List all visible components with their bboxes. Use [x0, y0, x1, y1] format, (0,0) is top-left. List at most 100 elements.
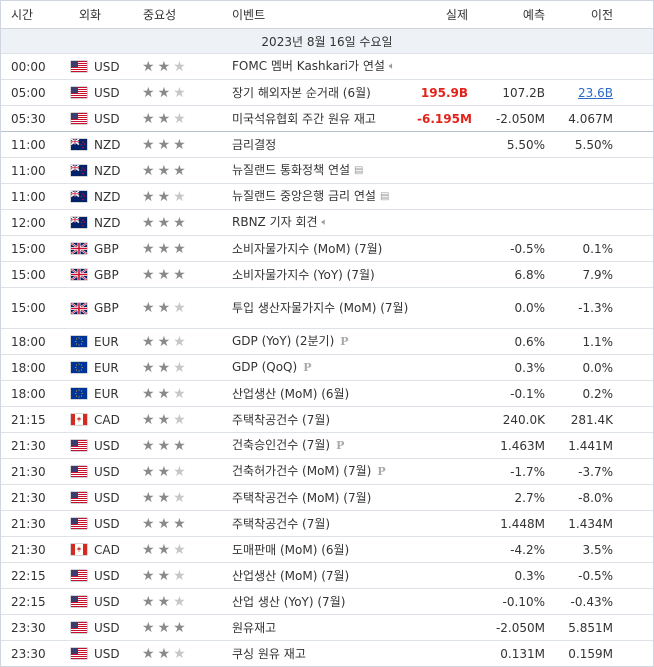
actual-value [417, 209, 474, 236]
forecast-value [474, 157, 551, 184]
event-currency: CAD [69, 406, 136, 433]
event-name-cell[interactable]: FOMC 멤버 Kashkari가 연설 🔈︎ [224, 53, 417, 80]
event-name-cell[interactable]: 주택착공건수 (7월) [224, 406, 417, 433]
event-name-cell[interactable]: 미국석유협회 주간 원유 재고 [224, 105, 417, 132]
event-row[interactable]: 05:30 USD ★★★ 미국석유협회 주간 원유 재고 -6.195M -2.050M… [1, 105, 653, 132]
event-name-cell[interactable]: 장기 해외자본 순거래 (6월) [224, 79, 417, 106]
header-actual: 실제 [417, 1, 474, 29]
event-row[interactable]: 18:00 EUR ★★★ 산업생산 (MoM) (6월) -0.1% 0.2% [1, 380, 653, 407]
event-row[interactable]: 21:30 USD ★★★ 건축승인건수 (7월) P 1.463M 1.441M [1, 432, 653, 459]
star-icon: ★ [157, 385, 174, 402]
event-name-cell[interactable]: 건축승인건수 (7월) P [224, 432, 417, 459]
header-time: 시간 [1, 1, 69, 29]
event-row[interactable]: 21:15 CAD ★★★ 주택착공건수 (7월) 240.0K 281.4K [1, 406, 653, 433]
event-row[interactable]: 11:00 NZD ★★★ 뉴질랜드 중앙은행 금리 연설 ▤ [1, 183, 653, 210]
star-icon: ★ [173, 437, 189, 454]
event-name[interactable]: 주택착공건수 (7월) [232, 413, 330, 427]
event-name[interactable]: 원유재고 [232, 621, 276, 635]
event-row[interactable]: 21:30 USD ★★★ 주택착공건수 (7월) 1.448M 1.434M [1, 510, 653, 537]
event-name[interactable]: 쿠싱 원유 재고 [232, 647, 306, 661]
us-flag-icon [71, 113, 87, 124]
event-name[interactable]: 뉴질랜드 통화정책 연설 [232, 163, 350, 177]
event-name-cell[interactable]: GDP (QoQ) P [224, 354, 417, 381]
event-row[interactable]: 11:00 NZD ★★★ 뉴질랜드 통화정책 연설 ▤ [1, 157, 653, 184]
importance-stars: ★★★ [136, 328, 224, 355]
event-row[interactable]: 00:00 USD ★★★ FOMC 멤버 Kashkari가 연설 🔈︎ [1, 53, 653, 80]
actual-value [417, 183, 474, 210]
event-name[interactable]: 산업생산 (MoM) (7월) [232, 569, 349, 583]
event-row[interactable]: 21:30 USD ★★★ 건축허가건수 (MoM) (7월) P -1.7% -3.7% [1, 458, 653, 485]
event-name-cell[interactable]: 쿠싱 원유 재고 [224, 640, 417, 666]
event-name-cell[interactable]: 주택착공건수 (MoM) (7월) [224, 484, 417, 511]
event-name[interactable]: 산업 생산 (YoY) (7월) [232, 595, 345, 609]
event-name[interactable]: 주택착공건수 (MoM) (7월) [232, 491, 371, 505]
date-label: 2023년 8월 16일 수요일 [1, 28, 653, 54]
actual-value [417, 640, 474, 666]
event-row[interactable]: 22:15 USD ★★★ 산업 생산 (YoY) (7월) -0.10% -0.43% [1, 588, 653, 615]
event-name[interactable]: GDP (YoY) (2분기) [232, 334, 334, 348]
star-icon: ★ [157, 437, 174, 454]
importance-stars: ★★★ [136, 79, 224, 106]
event-row[interactable]: 15:00 GBP ★★★ 소비자물가지수 (MoM) (7월) -0.5% 0.1% [1, 235, 653, 262]
event-row[interactable]: 23:30 USD ★★★ 쿠싱 원유 재고 0.131M 0.159M [1, 640, 653, 666]
previous-value[interactable]: 23.6B [551, 79, 653, 106]
star-icon: ★ [173, 110, 189, 127]
event-time: 23:30 [1, 640, 69, 666]
event-name[interactable]: 장기 해외자본 순거래 (6월) [232, 86, 371, 100]
event-name[interactable]: 뉴질랜드 중앙은행 금리 연설 [232, 189, 376, 203]
event-name[interactable]: 소비자물가지수 (YoY) (7월) [232, 268, 375, 282]
star-icon: ★ [142, 385, 158, 402]
event-name[interactable]: 건축허가건수 (MoM) (7월) [232, 464, 371, 478]
event-currency: NZD [69, 209, 136, 236]
event-name[interactable]: 건축승인건수 (7월) [232, 438, 330, 452]
event-name-cell[interactable]: 산업생산 (MoM) (6월) [224, 380, 417, 407]
event-name[interactable]: 소비자물가지수 (MoM) (7월) [232, 242, 382, 256]
event-name[interactable]: 산업생산 (MoM) (6월) [232, 387, 349, 401]
forecast-value: 240.0K [474, 406, 551, 433]
star-icon: ★ [173, 136, 189, 153]
event-row[interactable]: 23:30 USD ★★★ 원유재고 -2.050M 5.851M [1, 614, 653, 641]
event-row[interactable]: 18:00 EUR ★★★ GDP (QoQ) P 0.3% 0.0% [1, 354, 653, 381]
event-name[interactable]: RBNZ 기자 회견 [232, 215, 318, 229]
ca-flag-icon [71, 544, 87, 555]
event-name[interactable]: FOMC 멤버 Kashkari가 연설 [232, 59, 385, 73]
event-row[interactable]: 11:00 NZD ★★★ 금리결정 5.50% 5.50% [1, 131, 653, 158]
event-name-cell[interactable]: 금리결정 [224, 131, 417, 158]
event-name[interactable]: 금리결정 [232, 138, 276, 152]
event-name[interactable]: 투입 생산자물가지수 (MoM) (7월) [232, 301, 408, 315]
event-name-cell[interactable]: 투입 생산자물가지수 (MoM) (7월) [224, 287, 417, 329]
event-name-cell[interactable]: 뉴질랜드 중앙은행 금리 연설 ▤ [224, 183, 417, 210]
event-name-cell[interactable]: 원유재고 [224, 614, 417, 641]
event-name[interactable]: 미국석유협회 주간 원유 재고 [232, 112, 376, 126]
event-row[interactable]: 22:15 USD ★★★ 산업생산 (MoM) (7월) 0.3% -0.5% [1, 562, 653, 589]
event-name-cell[interactable]: 산업 생산 (YoY) (7월) [224, 588, 417, 615]
event-currency: USD [69, 510, 136, 537]
event-row[interactable]: 21:30 CAD ★★★ 도매판매 (MoM) (6월) -4.2% 3.5% [1, 536, 653, 563]
event-currency: GBP [69, 235, 136, 262]
event-name[interactable]: 도매판매 (MoM) (6월) [232, 543, 349, 557]
eu-flag-icon [71, 388, 87, 399]
event-name-cell[interactable]: 주택착공건수 (7월) [224, 510, 417, 537]
event-name-cell[interactable]: 건축허가건수 (MoM) (7월) P [224, 458, 417, 485]
event-currency: EUR [69, 380, 136, 407]
event-time: 11:00 [1, 157, 69, 184]
event-time: 05:30 [1, 105, 69, 132]
event-name[interactable]: GDP (QoQ) [232, 360, 297, 374]
event-name-cell[interactable]: 소비자물가지수 (YoY) (7월) [224, 261, 417, 288]
event-row[interactable]: 15:00 GBP ★★★ 소비자물가지수 (YoY) (7월) 6.8% 7.9% [1, 261, 653, 288]
event-row[interactable]: 05:00 USD ★★★ 장기 해외자본 순거래 (6월) 195.9B 107.2B 2… [1, 79, 653, 106]
header-previous: 이전 [551, 1, 653, 29]
event-name-cell[interactable]: GDP (YoY) (2분기) P [224, 328, 417, 355]
event-name[interactable]: 주택착공건수 (7월) [232, 517, 330, 531]
event-name-cell[interactable]: RBNZ 기자 회견 🔈︎ [224, 209, 417, 236]
event-row[interactable]: 12:00 NZD ★★★ RBNZ 기자 회견 🔈︎ [1, 209, 653, 236]
event-name-cell[interactable]: 소비자물가지수 (MoM) (7월) [224, 235, 417, 262]
event-row[interactable]: 15:00 GBP ★★★ 투입 생산자물가지수 (MoM) (7월) 0.0% -1.3… [1, 287, 653, 329]
event-name-cell[interactable]: 도매판매 (MoM) (6월) [224, 536, 417, 563]
currency-code: USD [94, 85, 120, 100]
event-name-cell[interactable]: 산업생산 (MoM) (7월) [224, 562, 417, 589]
event-row[interactable]: 18:00 EUR ★★★ GDP (YoY) (2분기) P 0.6% 1.1% [1, 328, 653, 355]
previous-value [551, 53, 653, 80]
event-name-cell[interactable]: 뉴질랜드 통화정책 연설 ▤ [224, 157, 417, 184]
event-row[interactable]: 21:30 USD ★★★ 주택착공건수 (MoM) (7월) 2.7% -8.0% [1, 484, 653, 511]
